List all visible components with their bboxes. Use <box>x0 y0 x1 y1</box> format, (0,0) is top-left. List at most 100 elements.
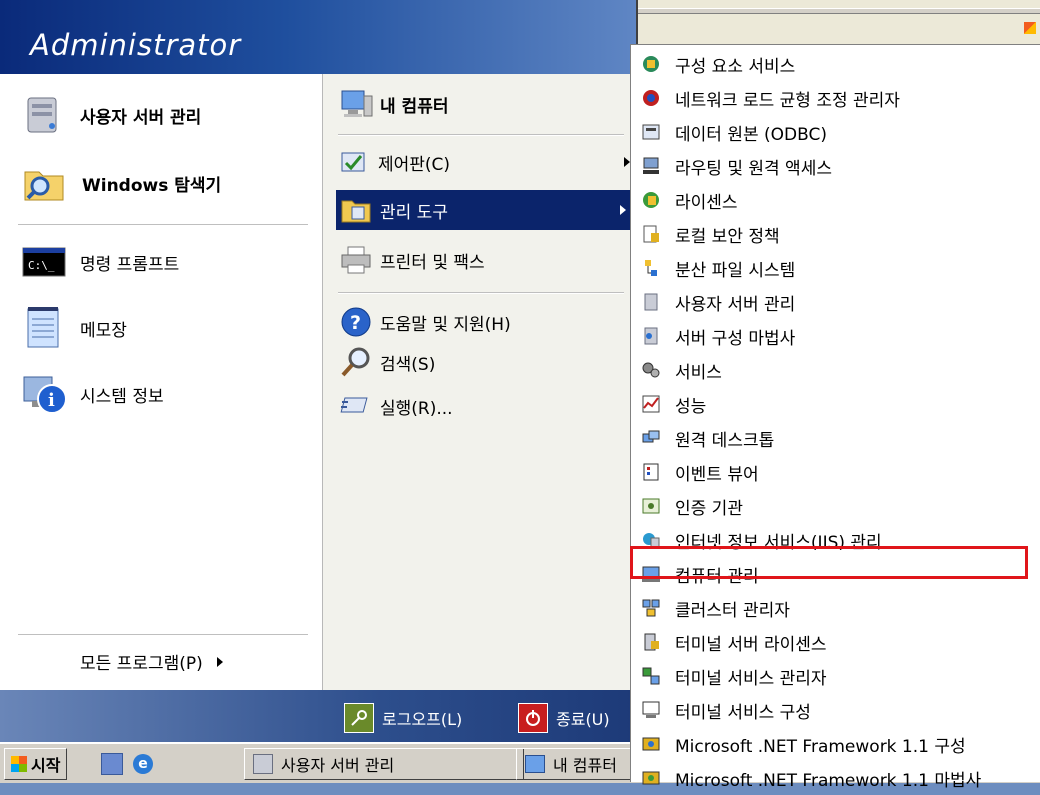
submenu-item-config-wizard[interactable]: 서버 구성 마법사 <box>631 319 1040 353</box>
gears-icon <box>641 360 661 380</box>
dotnet-config-icon <box>641 734 661 754</box>
show-desktop-icon[interactable] <box>101 753 123 775</box>
notepad-icon <box>22 305 64 351</box>
printers-label: 프린터 및 팩스 <box>380 252 485 273</box>
all-programs-label: 모든 프로그램(P) <box>80 654 203 674</box>
server-manage-icon <box>22 94 64 136</box>
computer-icon <box>340 88 374 120</box>
control-panel-label: 제어판(C) <box>378 154 451 175</box>
submenu-item-services[interactable]: 서비스 <box>631 353 1040 387</box>
server-manage-icon <box>253 754 273 774</box>
start-label: 시작 <box>31 756 61 775</box>
logoff-label: 로그오프(L) <box>382 710 463 729</box>
logoff-button[interactable]: 로그오프(L) <box>344 703 462 733</box>
submenu-item-computer-management[interactable]: 컴퓨터 관리 <box>631 557 1040 591</box>
my-computer-item[interactable]: 내 컴퓨터 <box>340 84 448 124</box>
submenu-item-cert-authority[interactable]: 인증 기관 <box>631 489 1040 523</box>
internet-explorer-icon[interactable]: e <box>133 754 153 774</box>
start-menu-left-column: 사용자 서버 관리 Windows 탐색기 C:\_ 명령 프롬프트 메모장 i <box>0 74 323 690</box>
submenu-item-label: 라이센스 <box>675 192 738 213</box>
start-menu-footer: 로그오프(L) 종료(U) <box>0 690 636 742</box>
submenu-item-label: 서비스 <box>675 362 722 383</box>
submenu-item-ts-config[interactable]: 터미널 서비스 구성 <box>631 693 1040 727</box>
recent-system-info[interactable]: i 시스템 정보 <box>22 368 164 420</box>
help-item[interactable]: ? 도움말 및 지원(H) <box>340 302 511 342</box>
separator <box>338 292 624 294</box>
run-label: 실행(R)... <box>380 398 453 419</box>
submenu-item-event-viewer[interactable]: 이벤트 뷰어 <box>631 455 1040 489</box>
search-item[interactable]: 검색(S) <box>340 344 435 380</box>
server-manage-icon <box>641 292 661 312</box>
submenu-item-label: 라우팅 및 원격 액세스 <box>675 158 832 179</box>
network-load-balancing-icon <box>641 88 661 108</box>
submenu-item-cluster-admin[interactable]: 클러스터 관리자 <box>631 591 1040 625</box>
submenu-item-server-manage[interactable]: 사용자 서버 관리 <box>631 285 1040 319</box>
task-label: 사용자 서버 관리 <box>281 756 395 775</box>
windows-flag-icon <box>1024 22 1036 34</box>
control-panel-item[interactable]: 제어판(C) <box>340 144 636 180</box>
submenu-item-label: 클러스터 관리자 <box>675 600 790 621</box>
submenu-item-label: 터미널 서비스 구성 <box>675 702 811 723</box>
submenu-item-odbc[interactable]: 데이터 원본 (ODBC) <box>631 115 1040 149</box>
routing-icon <box>641 156 661 176</box>
submenu-item-nlb-manager[interactable]: 네트워크 로드 균형 조정 관리자 <box>631 81 1040 115</box>
admin-tools-item[interactable]: 관리 도구 <box>336 190 636 230</box>
command-prompt-icon: C:\_ <box>22 247 66 277</box>
submenu-item-label: 서버 구성 마법사 <box>675 328 796 349</box>
run-item[interactable]: 실행(R)... <box>340 388 453 424</box>
recent-notepad[interactable]: 메모장 <box>22 302 127 354</box>
start-button[interactable]: 시작 <box>4 748 68 780</box>
recent-command-prompt[interactable]: C:\_ 명령 프롬프트 <box>22 242 179 282</box>
iis-icon <box>641 530 661 550</box>
chevron-right-icon <box>216 656 223 667</box>
dotnet-wizard-icon <box>641 768 661 788</box>
submenu-item-dotnet-config[interactable]: Microsoft .NET Framework 1.1 구성 <box>631 727 1040 761</box>
printers-item[interactable]: 프린터 및 팩스 <box>340 240 485 280</box>
submenu-item-licensing[interactable]: 라이센스 <box>631 183 1040 217</box>
svg-text:C:\_: C:\_ <box>28 259 55 272</box>
submenu-item-component-services[interactable]: 구성 요소 서비스 <box>631 47 1040 81</box>
security-policy-icon <box>641 224 661 244</box>
submenu-item-dotnet-wizard[interactable]: Microsoft .NET Framework 1.1 마법사 <box>631 761 1040 795</box>
distributed-file-system-icon <box>641 258 661 278</box>
svg-text:?: ? <box>350 312 361 334</box>
all-programs-button[interactable]: 모든 프로그램(P) <box>80 649 223 674</box>
submenu-item-label: Microsoft .NET Framework 1.1 마법사 <box>675 770 982 791</box>
component-services-icon <box>641 54 661 74</box>
pinned-windows-explorer[interactable]: Windows 탐색기 <box>22 158 221 208</box>
computer-icon <box>525 755 545 773</box>
background-window-bar <box>638 8 1040 14</box>
task-server-manage[interactable]: 사용자 서버 관리 <box>244 748 524 780</box>
submenu-item-ts-licensing[interactable]: 터미널 서버 라이센스 <box>631 625 1040 659</box>
admin-tools-icon <box>340 195 372 225</box>
shutdown-button[interactable]: 종료(U) <box>518 703 610 733</box>
background-window <box>636 0 1040 44</box>
submenu-item-dfs[interactable]: 분산 파일 시스템 <box>631 251 1040 285</box>
submenu-item-label: 터미널 서비스 관리자 <box>675 668 827 689</box>
recent-label: 시스템 정보 <box>80 386 164 407</box>
submenu-item-performance[interactable]: 성능 <box>631 387 1040 421</box>
remote-desktop-icon <box>641 428 661 448</box>
help-icon: ? <box>340 306 372 338</box>
submenu-item-label: 원격 데스크톱 <box>675 430 775 451</box>
folder-search-icon <box>22 162 66 204</box>
submenu-item-label: 네트워크 로드 균형 조정 관리자 <box>675 90 900 111</box>
submenu-item-routing[interactable]: 라우팅 및 원격 액세스 <box>631 149 1040 183</box>
separator <box>338 134 624 136</box>
submenu-item-local-security[interactable]: 로컬 보안 정책 <box>631 217 1040 251</box>
chevron-right-icon <box>620 205 626 215</box>
terminal-license-icon <box>641 632 661 652</box>
submenu-item-label: 성능 <box>675 396 707 417</box>
performance-chart-icon <box>641 394 661 414</box>
submenu-item-label: 분산 파일 시스템 <box>675 260 796 281</box>
pinned-server-manage[interactable]: 사용자 서버 관리 <box>22 90 201 140</box>
submenu-item-iis[interactable]: 인터넷 정보 서비스(IIS) 관리 <box>631 523 1040 557</box>
user-name: Administrator <box>30 28 242 62</box>
computer-management-icon <box>641 564 661 584</box>
help-label: 도움말 및 지원(H) <box>380 314 511 335</box>
submenu-item-remote-desktop[interactable]: 원격 데스크톱 <box>631 421 1040 455</box>
windows-logo-icon <box>11 756 27 772</box>
submenu-item-ts-manager[interactable]: 터미널 서비스 관리자 <box>631 659 1040 693</box>
submenu-item-label: 구성 요소 서비스 <box>675 56 796 77</box>
printer-icon <box>340 245 374 275</box>
